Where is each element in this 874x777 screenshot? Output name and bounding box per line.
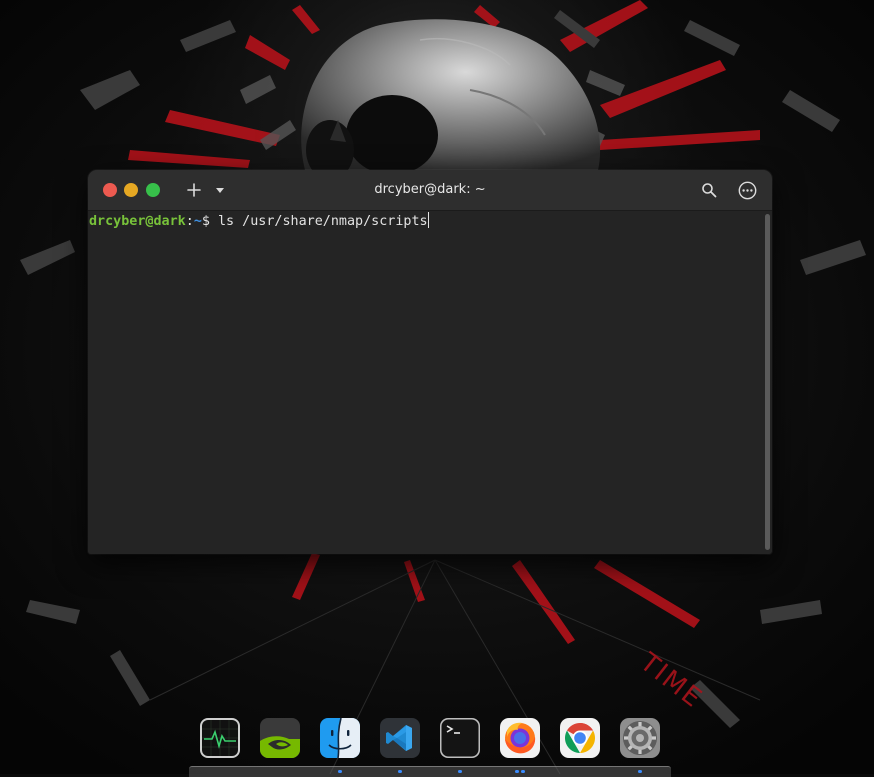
chevron-down-icon [216, 188, 224, 193]
dock-item-activity-monitor[interactable] [199, 717, 241, 759]
prompt-line: drcyber@dark:~$ ls /usr/share/nmap/scrip… [89, 212, 429, 232]
dock-shelf [189, 766, 671, 777]
running-indicator-settings [638, 770, 642, 773]
ellipsis-icon [738, 181, 757, 200]
firefox-icon [500, 718, 540, 758]
running-indicator-finder [338, 770, 342, 773]
new-tab-button[interactable] [184, 180, 204, 200]
dock-item-firefox[interactable] [499, 717, 541, 759]
prompt-separator: : [185, 214, 194, 229]
dock-item-system-settings[interactable] [619, 717, 661, 759]
tab-menu-button[interactable] [212, 182, 228, 198]
search-icon [702, 183, 717, 198]
plus-icon [187, 183, 201, 197]
terminal-icon [440, 718, 480, 758]
search-button[interactable] [700, 181, 718, 199]
dock-item-chrome[interactable] [559, 717, 601, 759]
running-indicator-terminal [458, 770, 462, 773]
prompt-cwd: ~ [193, 214, 202, 229]
running-indicator-firefox-2 [521, 770, 525, 773]
maximize-window-button[interactable] [146, 183, 160, 197]
window-titlebar[interactable]: drcyber@dark: ~ [88, 170, 772, 211]
terminal-window[interactable]: drcyber@dark: ~ drcyber@dark:~$ ls /usr/… [88, 170, 772, 554]
vscode-icon [380, 718, 420, 758]
prompt-user-host: drcyber@dark [89, 214, 186, 229]
menu-button[interactable] [738, 181, 757, 200]
nvidia-icon [260, 718, 300, 758]
chrome-icon [560, 718, 600, 758]
dock-item-visual-studio-code[interactable] [379, 717, 421, 759]
running-indicator-firefox-1 [515, 770, 519, 773]
settings-gear-icon [620, 718, 660, 758]
dock-item-finder[interactable] [319, 717, 361, 759]
close-window-button[interactable] [103, 183, 117, 197]
skull-graphic [301, 19, 601, 180]
command-text: ls /usr/share/nmap/scripts [218, 214, 428, 229]
minimize-window-button[interactable] [124, 183, 138, 197]
terminal-output[interactable]: drcyber@dark:~$ ls /usr/share/nmap/scrip… [88, 211, 764, 554]
activity-monitor-icon [200, 718, 240, 758]
dock-item-terminal[interactable] [439, 717, 481, 759]
text-cursor [427, 212, 429, 228]
terminal-scrollbar[interactable] [765, 214, 770, 550]
dock-item-nvidia-settings[interactable] [259, 717, 301, 759]
finder-icon [320, 717, 360, 759]
running-indicator-vscode [398, 770, 402, 773]
prompt-symbol: $ [201, 214, 218, 229]
